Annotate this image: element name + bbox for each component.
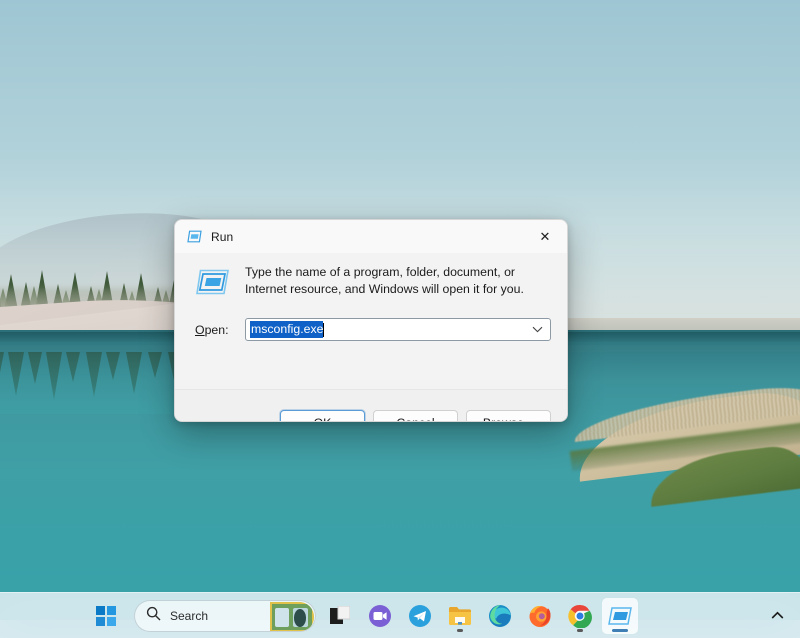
open-label-rest: pen: (204, 322, 229, 337)
taskbar[interactable]: Search (0, 592, 800, 638)
dialog-body: Type the name of a program, folder, docu… (175, 253, 567, 389)
taskbar-item-file-explorer[interactable] (442, 598, 478, 634)
open-input-combobox[interactable]: msconfig.exe (245, 318, 551, 341)
run-dialog[interactable]: Run ✕ Type the name of a program, folder… (174, 219, 568, 422)
dialog-footer: OK Cancel Browse... (175, 389, 567, 422)
dialog-title: Run (211, 229, 234, 244)
ok-button[interactable]: OK (280, 410, 365, 421)
browse-rest: rowse... (491, 416, 534, 422)
browse-button[interactable]: Browse... (466, 410, 551, 422)
run-window-icon (187, 230, 202, 243)
system-tray (764, 601, 790, 631)
search-placeholder: Search (170, 608, 209, 623)
taskbar-item-firefox[interactable] (522, 598, 558, 634)
taskbar-item-task-view[interactable] (322, 598, 358, 634)
taskbar-item-run[interactable] (602, 597, 638, 634)
dialog-titlebar[interactable]: Run ✕ (175, 220, 567, 253)
cancel-button[interactable]: Cancel (373, 410, 458, 421)
close-icon[interactable]: ✕ (523, 220, 567, 253)
desktop[interactable]: Run ✕ Type the name of a program, folder… (0, 0, 800, 638)
taskbar-item-chrome[interactable] (562, 598, 598, 634)
start-button[interactable] (88, 598, 124, 634)
taskbar-item-edge[interactable] (482, 598, 518, 634)
chevron-up-icon[interactable] (764, 601, 790, 631)
open-row: Open: msconfig.exe (195, 318, 551, 341)
taskbar-item-telegram[interactable] (402, 598, 438, 634)
search-icon (146, 606, 161, 626)
open-label: Open: (195, 323, 241, 337)
chevron-down-icon[interactable] (532, 319, 543, 340)
text-caret (323, 322, 325, 337)
description-row: Type the name of a program, folder, docu… (191, 264, 551, 301)
dialog-description: Type the name of a program, folder, docu… (245, 265, 524, 296)
taskbar-items: Search (88, 597, 638, 634)
taskbar-item-chat[interactable] (362, 598, 398, 634)
run-window-icon-large (195, 268, 231, 301)
open-input-value[interactable]: msconfig.exe (250, 321, 324, 338)
browse-accel: B (483, 416, 491, 422)
search-highlight-thumbnail[interactable] (270, 601, 314, 631)
open-label-accel: O (195, 322, 205, 337)
search-input[interactable]: Search (134, 599, 316, 632)
